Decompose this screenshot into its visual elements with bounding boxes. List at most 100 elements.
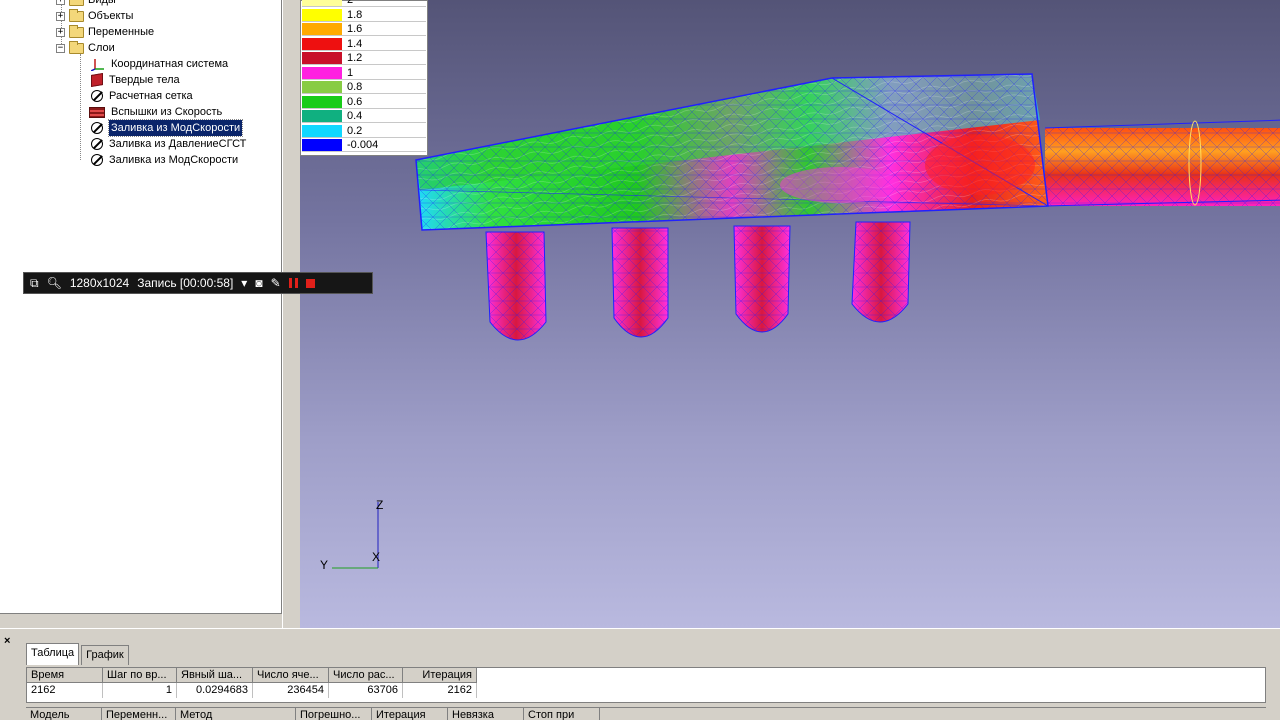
tree-item-variables[interactable]: + Переменные bbox=[56, 24, 154, 40]
table-cell: 2162 bbox=[403, 683, 477, 698]
table-cell: 236454 bbox=[253, 683, 329, 698]
tree-item-flashes-velocity[interactable]: Вспышки из Скорость bbox=[89, 104, 222, 120]
results-tabs: Таблица График bbox=[26, 643, 131, 665]
column-header[interactable]: Итерация bbox=[403, 668, 477, 683]
tree-label: Виды bbox=[88, 0, 116, 6]
coordinate-axes-icon bbox=[91, 59, 104, 71]
axis-label-z: Z bbox=[376, 498, 384, 512]
legend-value: 0.2 bbox=[347, 124, 363, 137]
legend-entry: 2 bbox=[302, 0, 426, 7]
column-header[interactable]: Число рас... bbox=[329, 668, 403, 683]
axis-label-y: Y bbox=[320, 558, 329, 572]
tree-item-layers[interactable]: − Слои bbox=[56, 40, 115, 56]
tree-item-fill-velocity-selected[interactable]: Заливка из МодСкорости bbox=[91, 119, 244, 137]
legend-value: 0.8 bbox=[347, 81, 363, 93]
expand-plus-icon[interactable]: + bbox=[56, 0, 65, 5]
splitter[interactable] bbox=[282, 0, 300, 628]
leg-2 bbox=[611, 227, 669, 338]
column-header[interactable]: Число яче... bbox=[253, 668, 329, 683]
solid-cube-icon bbox=[91, 72, 103, 88]
leg-4 bbox=[851, 221, 911, 323]
table-row[interactable]: 2162 1 0.0294683 236454 63706 2162 bbox=[27, 683, 477, 698]
tree-label-selected: Заливка из МодСкорости bbox=[107, 119, 244, 137]
tree-label: Переменные bbox=[88, 26, 155, 38]
legend-swatch bbox=[302, 66, 342, 79]
column-header[interactable]: Стоп при bbox=[524, 708, 600, 720]
column-header[interactable]: Модель bbox=[26, 708, 102, 720]
hidden-layer-icon[interactable] bbox=[91, 122, 103, 134]
column-header[interactable]: Время bbox=[27, 668, 103, 683]
legend-swatch bbox=[302, 139, 342, 151]
tab-graph[interactable]: График bbox=[81, 645, 129, 665]
expand-plus-icon[interactable]: + bbox=[56, 11, 65, 21]
legend-entry: -0.004 bbox=[302, 139, 426, 152]
tree-item-views[interactable]: + Виды bbox=[56, 0, 116, 8]
folder-icon bbox=[69, 0, 84, 6]
legend-value: 1 bbox=[347, 66, 354, 79]
stop-icon[interactable] bbox=[305, 278, 315, 288]
legend-swatch bbox=[302, 95, 342, 108]
legend-swatch bbox=[302, 23, 342, 35]
recording-status: Запись [00:00:58] bbox=[137, 276, 234, 290]
legend-swatch bbox=[302, 110, 342, 122]
column-header[interactable]: Итерация bbox=[372, 708, 448, 720]
recording-resolution: 1280x1024 bbox=[69, 276, 130, 290]
legend-swatch bbox=[302, 0, 342, 6]
tree-item-coordinate-system[interactable]: Координатная система bbox=[91, 56, 228, 72]
tree-label: Объекты bbox=[88, 10, 134, 22]
camera-icon[interactable]: ◙ bbox=[255, 276, 262, 290]
tree-item-mesh[interactable]: Расчетная сетка bbox=[91, 88, 193, 104]
table-cell: 63706 bbox=[329, 683, 403, 698]
tree-item-fill-velocity[interactable]: Заливка из МодСкорости bbox=[91, 152, 238, 168]
column-header[interactable]: Невязка bbox=[448, 708, 524, 720]
dropdown-arrow-icon[interactable]: ▾ bbox=[241, 276, 247, 290]
column-header[interactable]: Погрешно... bbox=[296, 708, 372, 720]
zoom-icon[interactable]: 🔍︎ bbox=[47, 276, 62, 290]
tree-item-solids[interactable]: Твердые тела bbox=[91, 72, 180, 88]
results-table: Время Шаг по вр... Явный ша... Число яче… bbox=[26, 667, 1266, 703]
flash-layer-icon bbox=[89, 106, 105, 118]
table-header-row: Время Шаг по вр... Явный ша... Число яче… bbox=[27, 668, 477, 683]
legend-entry: 0.6 bbox=[302, 95, 426, 109]
table-cell: 2162 bbox=[27, 683, 103, 698]
tab-table[interactable]: Таблица bbox=[26, 643, 80, 665]
legend-value: 2 bbox=[347, 0, 354, 6]
tree-label: Расчетная сетка bbox=[109, 90, 193, 102]
hidden-layer-icon[interactable] bbox=[91, 138, 103, 150]
pencil-icon[interactable]: ✎ bbox=[271, 276, 281, 290]
legend-entry: 1.4 bbox=[302, 37, 426, 51]
app-window: + Виды + Объекты + Переменные − Слои Коо… bbox=[0, 0, 1280, 720]
window-restore-icon[interactable]: ⧉ bbox=[30, 276, 39, 291]
legend-entry: 0.8 bbox=[302, 81, 426, 94]
tree-label: Заливка из МодСкорости bbox=[109, 154, 239, 166]
expand-minus-icon[interactable]: − bbox=[56, 43, 65, 53]
screen-recorder-toolbar[interactable]: ⧉ 🔍︎ 1280x1024 Запись [00:00:58] ▾ ◙ ✎ bbox=[23, 272, 373, 294]
column-header[interactable]: Явный ша... bbox=[177, 668, 253, 683]
axis-label-x: X bbox=[372, 550, 381, 564]
close-panel-icon[interactable]: × bbox=[4, 635, 10, 647]
solver-table-header: Модель Переменн... Метод Погрешно... Ите… bbox=[26, 707, 1266, 720]
hidden-layer-icon[interactable] bbox=[91, 90, 103, 102]
3d-viewport[interactable]: Z Y X bbox=[300, 0, 1280, 628]
table-cell: 0.0294683 bbox=[177, 683, 253, 698]
legend-value: 0.6 bbox=[347, 95, 363, 108]
legend-swatch bbox=[302, 52, 342, 64]
column-header[interactable]: Метод bbox=[176, 708, 296, 720]
legend-value: 1.6 bbox=[347, 23, 363, 35]
legend-entry: 1.2 bbox=[302, 52, 426, 65]
tree-label: Заливка из ДавлениеСГСТ bbox=[109, 138, 247, 150]
legend-value: 1.4 bbox=[347, 37, 363, 50]
legend-swatch bbox=[302, 81, 342, 93]
legend-entry: 0.4 bbox=[302, 110, 426, 123]
hidden-layer-icon[interactable] bbox=[91, 154, 103, 166]
tree-item-objects[interactable]: + Объекты bbox=[56, 8, 133, 24]
legend-value: -0.004 bbox=[347, 139, 379, 151]
expand-plus-icon[interactable]: + bbox=[56, 27, 65, 37]
layer-tree-panel[interactable]: + Виды + Объекты + Переменные − Слои Коо… bbox=[0, 0, 282, 614]
tree-item-fill-pressure[interactable]: Заливка из ДавлениеСГСТ bbox=[91, 136, 246, 152]
column-header[interactable]: Шаг по вр... bbox=[103, 668, 177, 683]
pause-icon[interactable] bbox=[288, 278, 298, 288]
legend-swatch bbox=[302, 37, 342, 50]
column-header[interactable]: Переменн... bbox=[102, 708, 176, 720]
tree-label: Твердые тела bbox=[109, 74, 180, 86]
